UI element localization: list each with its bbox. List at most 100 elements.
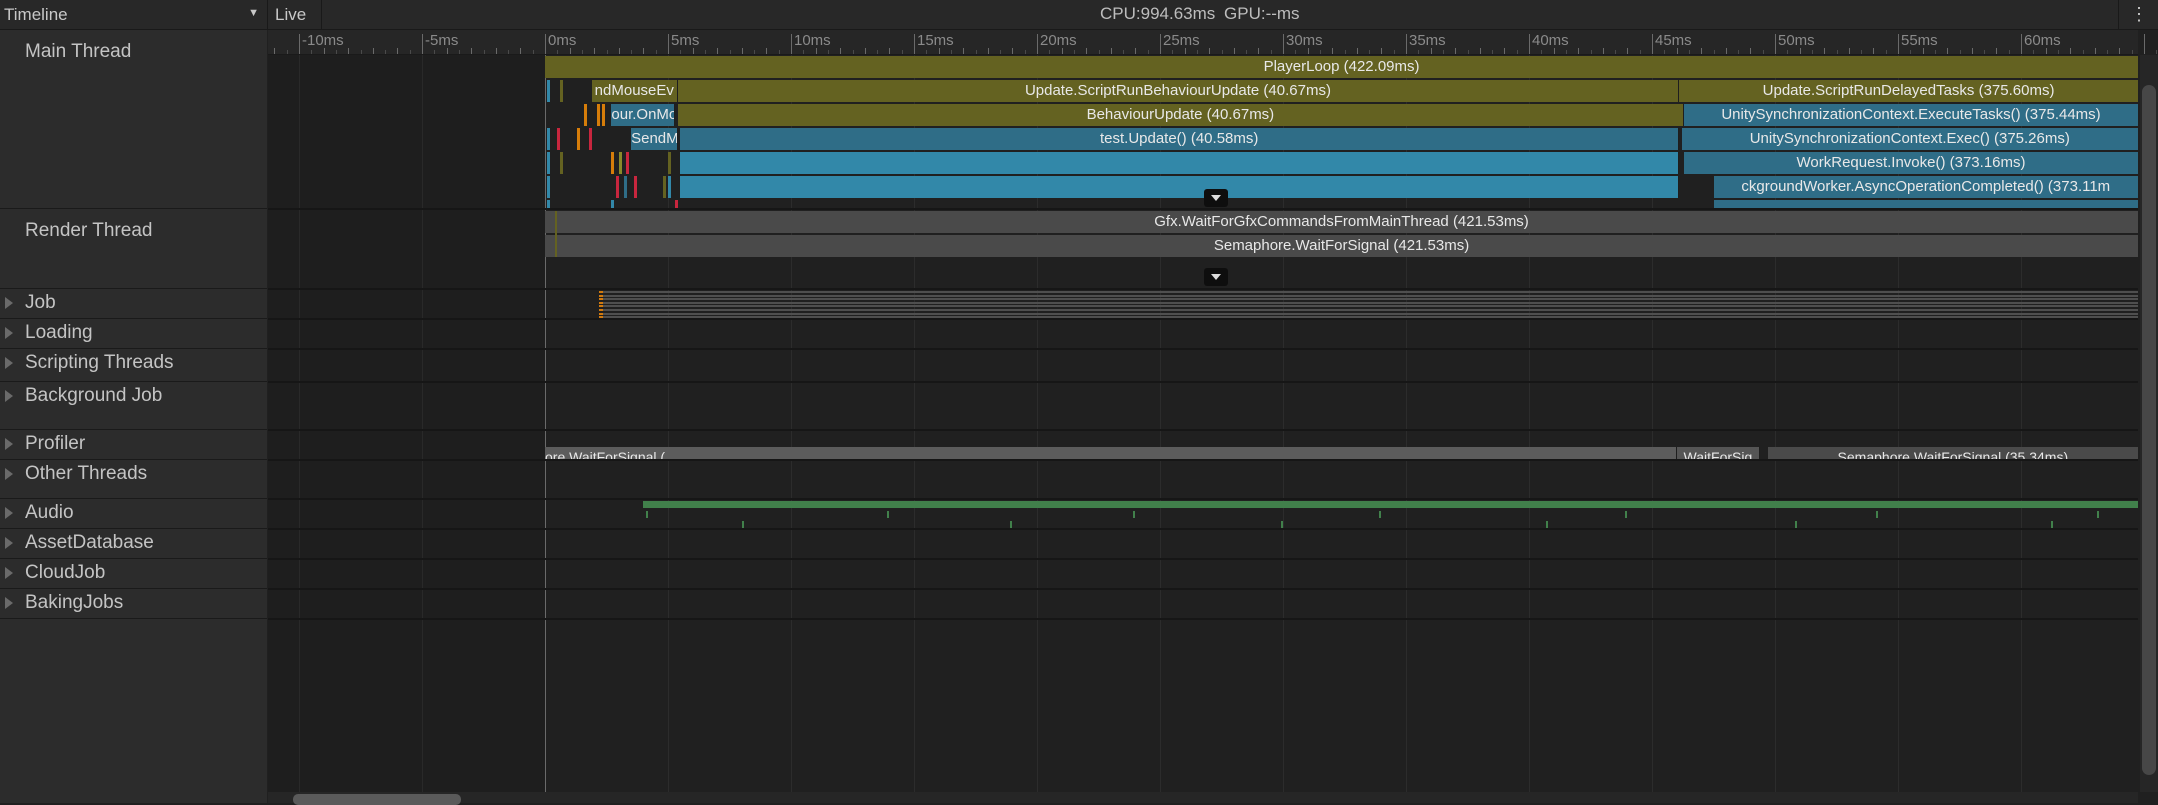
sample-sliver[interactable] (668, 176, 671, 198)
sample-sliver[interactable] (559, 80, 563, 102)
sample-sliver[interactable] (547, 128, 551, 150)
main-thread-sample[interactable]: PlayerLoop (422.09ms) (545, 56, 2138, 78)
sample-sliver[interactable] (584, 104, 588, 126)
audio-tick[interactable] (741, 521, 744, 528)
collapse-arrow-icon[interactable] (1204, 268, 1229, 286)
thread-group-job[interactable]: Job (0, 289, 267, 319)
main-thread-sample[interactable]: test.Update() (40.58ms) (680, 128, 1680, 150)
horizontal-scrollbar-thumb[interactable] (293, 794, 461, 805)
sample-sliver[interactable] (557, 128, 561, 150)
collapse-arrow-icon[interactable] (1204, 189, 1229, 207)
main-thread-sample[interactable]: Update.ScriptRunDelayedTasks (375.60ms) (1679, 80, 2138, 102)
expand-triangle-icon[interactable] (5, 468, 13, 480)
thread-group-cloudjob[interactable]: CloudJob (0, 559, 267, 589)
timeline-tracks[interactable]: PlayerLoop (422.09ms) ndMouseEv Update.Scr… (268, 55, 2138, 792)
expand-triangle-icon[interactable] (5, 567, 13, 579)
sample-sliver[interactable] (618, 152, 622, 174)
job-sample-line[interactable] (599, 294, 2138, 297)
module-dropdown[interactable]: Timeline ▼ (0, 0, 268, 29)
thread-group-audio[interactable]: Audio (0, 499, 267, 529)
audio-tick[interactable] (645, 511, 648, 518)
expand-triangle-icon[interactable] (5, 357, 13, 369)
main-thread-sample[interactable]: UnitySynchronizationContext.ExecuteTasks… (1683, 104, 2138, 126)
ruler-subtick (2057, 50, 2059, 54)
main-thread-sample[interactable]: WorkRequest.Invoke() (373.16ms) (1683, 152, 2138, 174)
audio-tick[interactable] (1280, 521, 1283, 528)
audio-tick[interactable] (1546, 521, 1549, 528)
sample-sliver[interactable] (596, 104, 600, 126)
main-thread-sample[interactable] (680, 176, 1680, 198)
vertical-scrollbar-thumb[interactable] (2142, 85, 2156, 775)
audio-tick[interactable] (2050, 521, 2053, 528)
kebab-menu-icon[interactable]: ⋮ (2118, 0, 2158, 29)
sample-sliver[interactable] (547, 152, 551, 174)
main-thread-sample[interactable]: ckgroundWorker.AsyncOperationCompleted()… (1713, 176, 2138, 198)
expand-triangle-icon[interactable] (5, 327, 13, 339)
thread-group-scripting-threads[interactable]: Scripting Threads (0, 349, 267, 382)
expand-triangle-icon[interactable] (5, 390, 13, 402)
job-sample-line[interactable] (599, 309, 2138, 311)
thread-group-other-threads[interactable]: Other Threads (0, 460, 267, 499)
expand-triangle-icon[interactable] (5, 597, 13, 609)
audio-sample-bar[interactable] (643, 501, 2138, 508)
sample-sliver[interactable] (576, 128, 580, 150)
ruler-subtick (2008, 50, 2010, 54)
expand-triangle-icon[interactable] (5, 507, 13, 519)
main-thread-sample[interactable]: BehaviourUpdate (40.67ms) (677, 104, 1684, 126)
job-sample-line[interactable] (599, 312, 2138, 315)
sample-sliver[interactable] (589, 128, 593, 150)
sample-sliver[interactable] (547, 176, 551, 198)
main-thread-sample[interactable]: ndMouseEv (591, 80, 678, 102)
thread-group-assetdatabase[interactable]: AssetDatabase (0, 529, 267, 559)
profiler-thread-sample[interactable]: Semaphore.WaitForSignal (35.34ms) (1767, 447, 2138, 459)
sample-sliver[interactable] (633, 176, 637, 198)
render-thread-sample[interactable]: Gfx.WaitForGfxCommandsFromMainThread (42… (545, 211, 2138, 233)
sample-sliver[interactable] (675, 200, 679, 208)
expand-triangle-icon[interactable] (5, 297, 13, 309)
audio-tick[interactable] (1875, 511, 1878, 518)
sample-sliver[interactable] (547, 200, 551, 208)
main-thread-sample[interactable]: our.OnMous (611, 104, 676, 126)
audio-tick[interactable] (1624, 511, 1627, 518)
expand-triangle-icon[interactable] (5, 438, 13, 450)
job-sample-line[interactable] (599, 301, 2138, 304)
horizontal-scrollbar[interactable] (268, 792, 2138, 803)
time-ruler[interactable]: -10ms -5ms 0ms 5ms 10ms 15ms 20ms 25ms 30ms 35ms 4… (268, 30, 2158, 55)
job-sample-line[interactable] (599, 291, 2138, 293)
thread-group-bakingjobs[interactable]: BakingJobs (0, 589, 267, 619)
live-button[interactable]: Live (268, 0, 322, 29)
sample-sliver[interactable] (626, 152, 630, 174)
thread-group-main-thread[interactable]: Main Thread (0, 30, 267, 209)
thread-group-render-thread[interactable]: Render Thread (0, 209, 267, 289)
sample-sliver[interactable] (668, 152, 671, 174)
sample-sliver[interactable] (547, 80, 551, 102)
audio-tick[interactable] (886, 511, 889, 518)
profiler-thread-sample[interactable]: WaitForSig (1676, 447, 1761, 459)
sample-sliver[interactable] (623, 176, 627, 198)
sample-sliver[interactable] (663, 176, 667, 198)
audio-tick[interactable] (1378, 511, 1381, 518)
job-sample-line[interactable] (599, 316, 2138, 319)
sample-sliver[interactable] (601, 104, 605, 126)
audio-tick[interactable] (1009, 521, 1012, 528)
audio-tick[interactable] (1132, 511, 1135, 518)
thread-group-profiler[interactable]: Profiler (0, 430, 267, 460)
expand-triangle-icon[interactable] (5, 537, 13, 549)
render-thread-sample[interactable]: Semaphore.WaitForSignal (421.53ms) (545, 235, 2138, 257)
audio-tick[interactable] (2097, 511, 2100, 518)
job-sample-line[interactable] (599, 298, 2138, 301)
sample-sliver[interactable] (611, 152, 615, 174)
main-thread-sample[interactable]: Update.ScriptRunBehaviourUpdate (40.67ms… (677, 80, 1680, 102)
profiler-thread-sample[interactable]: ore.WaitForSignal ( (545, 447, 1677, 459)
job-sample-line[interactable] (599, 305, 2138, 308)
thread-group-background-job[interactable]: Background Job (0, 382, 267, 430)
main-thread-sample[interactable]: SendM (631, 128, 678, 150)
sample-sliver[interactable] (616, 176, 620, 198)
main-thread-sample[interactable] (680, 152, 1680, 174)
main-thread-sample[interactable]: UnitySynchronizationContext.Exec() (375.… (1681, 128, 2138, 150)
main-thread-sample[interactable] (1713, 200, 2138, 208)
thread-group-loading[interactable]: Loading (0, 319, 267, 349)
sample-sliver[interactable] (559, 152, 563, 174)
sample-sliver[interactable] (611, 200, 615, 208)
audio-tick[interactable] (1794, 521, 1797, 528)
